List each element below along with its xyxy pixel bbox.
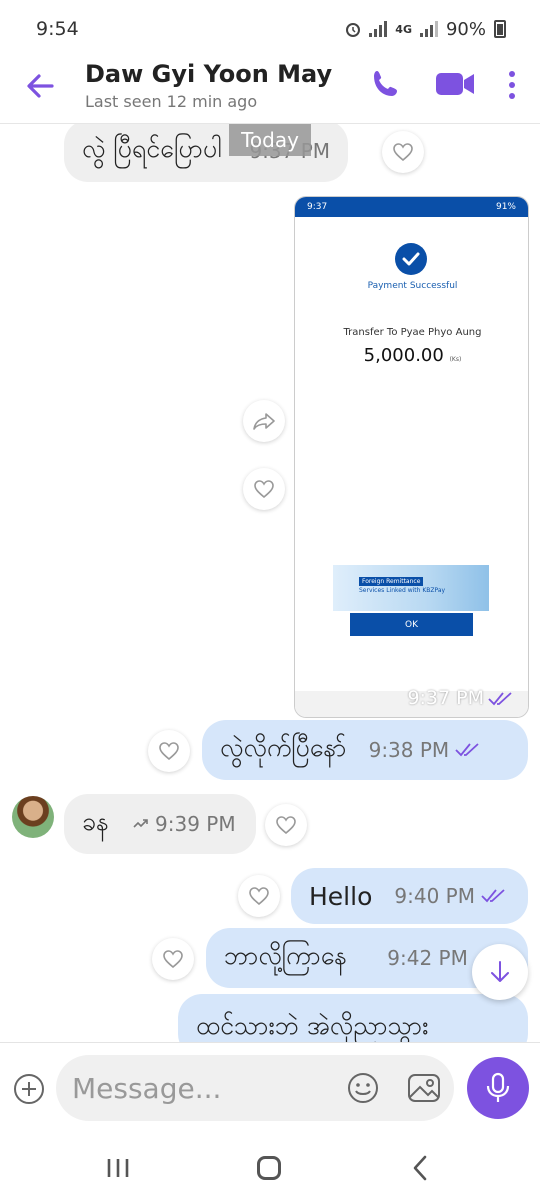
- message-bubble-outgoing[interactable]: ထင်သားဘဲ အဲလိုညာသွား: [178, 994, 528, 1042]
- like-button[interactable]: [265, 804, 307, 846]
- read-ticks-icon: [455, 743, 479, 757]
- message-text: လွဲ ပြီရင်ပြောပါ: [82, 133, 222, 163]
- microphone-icon: [486, 1072, 510, 1102]
- transfer-amount: 5,000.00 (Ks): [295, 345, 528, 366]
- message-input-container: [56, 1055, 454, 1121]
- heart-icon: [393, 143, 413, 162]
- last-seen-status: Last seen 12 min ago: [85, 92, 258, 111]
- success-check-icon: [395, 243, 427, 275]
- message-text: Hello: [309, 881, 373, 911]
- forward-button[interactable]: [243, 400, 285, 442]
- date-separator: Today: [229, 124, 311, 156]
- like-button[interactable]: [243, 468, 285, 510]
- home-icon[interactable]: [257, 1156, 281, 1180]
- add-attachment-icon[interactable]: [13, 1073, 45, 1105]
- message-text: ဘာလို့ကြာနေ: [224, 940, 348, 970]
- banner-subtitle: Services Linked with KBZPay: [359, 587, 446, 594]
- arrow-down-icon: [491, 961, 509, 982]
- payment-screenshot-image[interactable]: 9:37 91% Payment Successful Transfer To …: [294, 196, 529, 718]
- message-list[interactable]: လွဲ ပြီရင်ပြောပါ 9:37 PM Today 9:37 91% …: [0, 124, 540, 1042]
- back-arrow-icon[interactable]: [22, 68, 58, 104]
- like-button[interactable]: [152, 938, 194, 980]
- message-bubble-outgoing[interactable]: Hello 9:40 PM: [291, 868, 528, 924]
- like-button[interactable]: [382, 131, 424, 173]
- message-time: 9:40 PM: [394, 884, 475, 908]
- alarm-icon: [346, 23, 361, 37]
- screenshot-status-battery: 91%: [495, 202, 516, 212]
- heart-icon: [276, 816, 296, 835]
- system-navigation-bar: [0, 1138, 540, 1200]
- chat-header: Daw Gyi Yoon May Last seen 12 min ago: [0, 58, 540, 124]
- message-input[interactable]: [72, 1067, 342, 1109]
- status-icons: 4G 90%: [345, 19, 506, 40]
- message-bubble-incoming[interactable]: ခန 9:39 PM: [64, 794, 256, 854]
- message-time: 9:38 PM: [368, 738, 450, 762]
- like-button[interactable]: [148, 730, 190, 772]
- heart-icon: [163, 950, 183, 969]
- heart-icon: [249, 887, 269, 906]
- remittance-banner: Foreign Remittance Services Linked with …: [333, 565, 489, 611]
- read-ticks-icon: [488, 692, 512, 706]
- system-back-icon[interactable]: [410, 1154, 430, 1182]
- call-forwarded-icon: [133, 819, 148, 828]
- signal-icon-2: [419, 21, 438, 37]
- screenshot-status-time: 9:37: [307, 202, 328, 212]
- gallery-icon[interactable]: [406, 1071, 442, 1105]
- network-type: 4G: [395, 22, 412, 36]
- screenshot-ok-button: OK: [350, 613, 473, 636]
- scroll-to-bottom-button[interactable]: [472, 944, 528, 1000]
- voice-message-button[interactable]: [467, 1057, 529, 1119]
- payment-status-text: Payment Successful: [367, 281, 458, 291]
- video-call-icon[interactable]: [435, 68, 475, 100]
- phone-call-icon[interactable]: [368, 66, 404, 102]
- amount-currency: (Ks): [449, 356, 462, 363]
- recent-apps-icon[interactable]: [105, 1156, 131, 1180]
- message-composer: [0, 1042, 540, 1138]
- battery-percent: 90%: [445, 18, 486, 40]
- transfer-recipient-text: Transfer To Pyae Phyo Aung: [343, 327, 482, 338]
- amount-value: 5,000.00: [363, 345, 444, 366]
- message-text: လွဲလိုက်ပြီနော်: [220, 732, 347, 762]
- message-time: 9:37 PM: [407, 687, 484, 709]
- heart-icon: [159, 742, 179, 761]
- more-options-icon[interactable]: [500, 68, 524, 102]
- contact-name[interactable]: Daw Gyi Yoon May: [85, 60, 332, 88]
- banner-title: Foreign Remittance: [359, 577, 424, 586]
- emoji-icon[interactable]: [346, 1071, 380, 1105]
- message-time: 9:39 PM: [155, 812, 236, 836]
- like-button[interactable]: [238, 875, 280, 917]
- message-text: ထင်သားဘဲ အဲလိုညာသွား: [196, 1011, 429, 1040]
- read-ticks-icon: [481, 889, 505, 903]
- screenshot-status-bar: 9:37 91%: [295, 197, 528, 217]
- status-time: 9:54: [36, 18, 79, 40]
- message-text: ခန: [82, 806, 110, 836]
- battery-icon: [494, 20, 506, 38]
- message-time: 9:42 PM: [387, 946, 468, 970]
- heart-icon: [254, 480, 274, 499]
- message-bubble-outgoing[interactable]: လွဲလိုက်ပြီနော် 9:38 PM: [202, 720, 528, 780]
- status-bar: 9:54 4G 90%: [0, 0, 540, 58]
- forward-arrow-icon: [253, 413, 275, 430]
- signal-icon: [369, 21, 388, 37]
- contact-avatar[interactable]: [12, 796, 54, 838]
